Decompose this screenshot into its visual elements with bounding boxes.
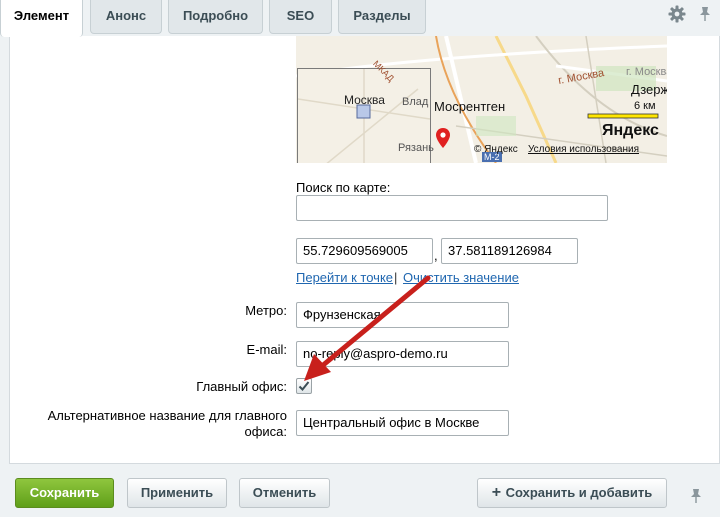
map-label-road-b: г. Москва xyxy=(626,66,667,78)
coord-separator: , xyxy=(434,248,438,263)
tab-seo[interactable]: SEO xyxy=(269,0,332,34)
map-pin-icon[interactable] xyxy=(436,128,450,148)
go-to-point-link[interactable]: Перейти к точке xyxy=(296,270,393,285)
save-and-add-button[interactable]: + Сохранить и добавить xyxy=(477,478,667,508)
map-label-mosrentgen: Мосрентген xyxy=(434,99,506,114)
longitude-input[interactable]: 37.581189126984 xyxy=(441,238,578,264)
map-scale-text: 6 км xyxy=(634,100,656,112)
search-label: Поиск по карте: xyxy=(296,180,391,195)
alt-name-input[interactable]: Центральный офис в Москве xyxy=(296,410,509,436)
map-label-moscow: Москва xyxy=(344,93,385,107)
email-label: E-mail: xyxy=(246,342,287,357)
alt-name-label: Альтернативное название для главного офи… xyxy=(48,408,287,440)
alt-name-label-line1: Альтернативное название для главного xyxy=(47,408,287,423)
pin-icon[interactable] xyxy=(698,6,712,22)
yandex-map[interactable]: Москва Влад Рязань Мосрентген Дзерж г. М… xyxy=(296,36,667,163)
clear-value-link[interactable]: Очистить значение xyxy=(403,270,519,285)
gear-icon[interactable] xyxy=(668,5,686,23)
map-copyright: © Яндекс xyxy=(474,144,518,155)
metro-label: Метро: xyxy=(245,303,287,318)
cancel-button[interactable]: Отменить xyxy=(239,478,330,508)
alt-name-label-line2: офиса: xyxy=(244,424,287,439)
metro-input[interactable]: Фрунзенская xyxy=(296,302,509,328)
main-office-checkbox[interactable] xyxy=(296,378,312,394)
apply-button[interactable]: Применить xyxy=(127,478,227,508)
email-field[interactable]: no-reply@aspro-demo.ru xyxy=(296,341,509,367)
map-search-input[interactable] xyxy=(296,195,608,221)
map-label-ryazan: Рязань xyxy=(398,142,434,154)
tab-announcement[interactable]: Анонс xyxy=(90,0,162,34)
yandex-logo: Яндекс xyxy=(602,122,659,139)
map-label-vlad: Влад xyxy=(402,96,429,108)
tab-sections[interactable]: Разделы xyxy=(338,0,426,34)
tab-bar: Элемент Анонс Подробно SEO Разделы xyxy=(0,0,720,37)
latitude-input[interactable]: 55.729609569005 xyxy=(296,238,433,264)
checkmark-icon xyxy=(298,381,310,391)
map-label-dzerzh: Дзерж xyxy=(631,82,667,97)
map-terms-link[interactable]: Условия использования xyxy=(528,144,639,155)
main-office-label: Главный офис: xyxy=(196,379,287,394)
tab-details[interactable]: Подробно xyxy=(168,0,263,34)
save-button[interactable]: Сохранить xyxy=(15,478,114,508)
footer-pin-icon[interactable] xyxy=(690,488,702,504)
tab-element[interactable]: Элемент xyxy=(0,0,83,37)
link-divider: | xyxy=(394,270,398,285)
save-and-add-label: Сохранить и добавить xyxy=(505,485,653,500)
plus-icon: + xyxy=(491,484,506,501)
